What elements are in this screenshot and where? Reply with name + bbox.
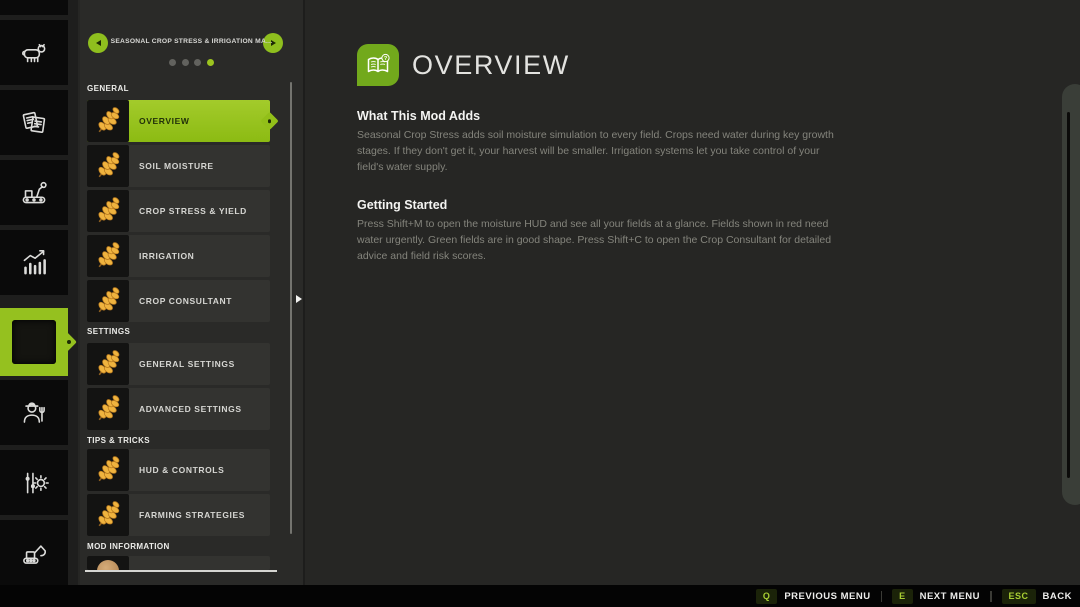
statistics-icon	[17, 246, 51, 280]
hotkey-separator	[881, 591, 883, 602]
wheat-icon	[93, 241, 123, 271]
rail-tile-character[interactable]	[0, 380, 68, 445]
menu-item-label: CROP STRESS & YIELD	[139, 190, 247, 232]
hotkey-previous-menu[interactable]: Q PREVIOUS MENU	[756, 589, 871, 604]
menu-item-overview[interactable]: OVERVIEW	[87, 100, 270, 142]
window-scrollbar[interactable]	[1062, 84, 1080, 505]
wheat-icon	[93, 394, 123, 424]
production-icon	[17, 176, 51, 210]
menu-item-irrigation[interactable]: IRRIGATION	[87, 235, 270, 277]
panel-cutoff-line	[85, 570, 277, 572]
menu-item-crop-stress-yield[interactable]: CROP STRESS & YIELD	[87, 190, 270, 232]
hotkey-separator	[990, 591, 992, 602]
content-heading-1: What This Mod Adds	[357, 109, 843, 123]
menu-item-soil-moisture[interactable]: SOIL MOISTURE	[87, 145, 270, 187]
panel-scrollbar[interactable]	[290, 82, 292, 534]
contracts-icon	[17, 106, 51, 140]
key-badge-esc: ESC	[1002, 589, 1036, 604]
page-dot-active	[207, 59, 214, 66]
content-body-1: Seasonal Crop Stress adds soil moisture …	[357, 128, 835, 175]
rail-tile-settings[interactable]	[0, 450, 68, 515]
left-rail	[0, 0, 78, 585]
menu-item-farming-strategies[interactable]: FARMING STRATEGIES	[87, 494, 270, 536]
selection-dot	[67, 340, 71, 344]
menu-item-label: ADVANCED SETTINGS	[139, 388, 242, 430]
wheat-icon	[93, 500, 123, 530]
rail-tile-contracts[interactable]	[0, 90, 68, 155]
potato-icon	[97, 560, 119, 570]
hotkey-bar: Q PREVIOUS MENU E NEXT MENU ESC BACK	[0, 585, 1080, 607]
content-area: OVERVIEW What This Mod Adds Seasonal Cro…	[357, 44, 843, 265]
menu-item-label: HUD & CONTROLS	[139, 449, 224, 491]
wheat-icon	[93, 151, 123, 181]
key-badge-e: E	[892, 589, 913, 604]
menu-item-general-settings[interactable]: GENERAL SETTINGS	[87, 343, 270, 385]
tuning-icon	[17, 466, 51, 500]
prev-page-button[interactable]	[88, 33, 108, 53]
help-book-icon	[357, 44, 399, 86]
hotkey-back[interactable]: ESC BACK	[1002, 589, 1072, 604]
cow-icon	[17, 36, 51, 70]
hotkey-label: PREVIOUS MENU	[784, 591, 870, 602]
content-heading-2: Getting Started	[357, 198, 843, 212]
hotkey-next-menu[interactable]: E NEXT MENU	[892, 589, 980, 604]
arrow-left-icon	[96, 40, 101, 46]
menu-item-label: OVERVIEW	[139, 100, 189, 142]
hotkey-label: NEXT MENU	[920, 591, 980, 602]
scrollbar-groove	[1067, 112, 1070, 478]
farmer-icon	[17, 396, 51, 430]
rail-tile-production[interactable]	[0, 160, 68, 225]
menu-item-crop-consultant[interactable]: CROP CONSULTANT	[87, 280, 270, 322]
section-label-mod-information: MOD INFORMATION	[87, 542, 170, 551]
section-label-general: GENERAL	[87, 84, 129, 93]
menu-item-label: GENERAL SETTINGS	[139, 343, 235, 385]
panel-title: SEASONAL CROP STRESS & IRRIGATION MA...	[110, 38, 273, 45]
rail-tile-statistics[interactable]	[0, 230, 68, 295]
rail-tile-animals[interactable]	[0, 20, 68, 85]
hotkey-label: BACK	[1043, 591, 1072, 602]
page-title-row: OVERVIEW	[357, 44, 843, 86]
page-dots	[80, 59, 303, 66]
rail-tile-vehicles[interactable]	[0, 0, 68, 15]
menu-item-partial[interactable]	[87, 556, 270, 570]
wheat-icon	[93, 196, 123, 226]
menu-item-label: SOIL MOISTURE	[139, 145, 214, 187]
panel-edge-divider	[303, 0, 305, 585]
section-label-tips-tricks: TIPS & TRICKS	[87, 436, 150, 445]
wheat-icon	[93, 286, 123, 316]
panel-expand-arrow-icon[interactable]	[296, 295, 302, 303]
selection-dot	[268, 119, 272, 123]
mod-icon	[12, 320, 56, 364]
menu-item-label: CROP CONSULTANT	[139, 280, 232, 322]
rail-tile-construction[interactable]	[0, 520, 68, 585]
menu-item-label: FARMING STRATEGIES	[139, 494, 245, 536]
wheat-icon	[93, 106, 123, 136]
page-dot	[169, 59, 176, 66]
wheat-icon	[93, 455, 123, 485]
menu-item-advanced-settings[interactable]: ADVANCED SETTINGS	[87, 388, 270, 430]
content-body-2: Press Shift+M to open the moisture HUD a…	[357, 217, 835, 264]
mod-menu-panel: SEASONAL CROP STRESS & IRRIGATION MA... …	[80, 0, 303, 585]
page-title: OVERVIEW	[412, 50, 570, 81]
wheat-icon	[93, 349, 123, 379]
section-label-settings: SETTINGS	[87, 327, 130, 336]
menu-item-label: IRRIGATION	[139, 235, 194, 277]
rail-tile-mod-selected[interactable]	[0, 308, 68, 376]
key-badge-q: Q	[756, 589, 778, 604]
excavator-icon	[17, 536, 51, 570]
page-dot	[194, 59, 201, 66]
page-dot	[182, 59, 189, 66]
menu-item-hud-controls[interactable]: HUD & CONTROLS	[87, 449, 270, 491]
